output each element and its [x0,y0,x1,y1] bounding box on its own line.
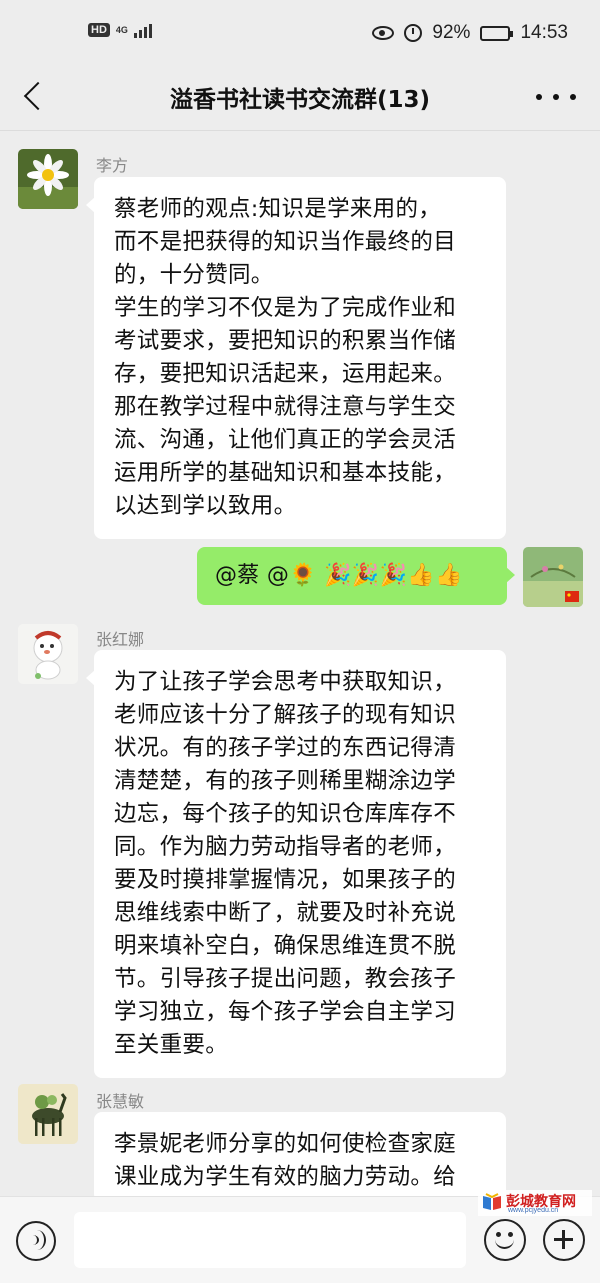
avatar-self[interactable] [523,547,583,607]
message-text: 为了让孩子学会思考中获取知识， 老师应该十分了解孩子的现有知识 状况。有的孩子学… [114,669,457,1058]
message-text: 李景妮老师分享的如何使检查家庭 课业成为学生有效的脑力劳动。给 他方法都有实践性… [114,1131,457,1202]
hd-badge: HD [88,23,110,37]
message-input[interactable] [74,1212,466,1268]
status-bar: HD 4G 92% 14:53 [0,0,600,66]
sender-name: 李方 [96,158,129,175]
avatar-li-fang[interactable] [18,149,78,209]
book-logo-icon [483,1193,501,1210]
message-bubble[interactable]: 为了让孩子学会思考中获取知识， 老师应该十分了解孩子的现有知识 状况。有的孩子学… [86,650,506,1078]
battery-icon [480,25,514,41]
plus-icon[interactable] [543,1219,585,1261]
message-bubble[interactable]: 蔡老师的观点:知识是学来用的， 而不是把获得的知识当作最终的目 的，十分赞同。 … [86,177,506,539]
avatar-zhang-hui-min[interactable] [18,1084,78,1144]
chat-title: 溢香书社读书交流群(13) [169,87,431,113]
emoji-icon[interactable] [484,1219,526,1261]
message-text: @蔡 @🌻 🎉🎉🎉👍👍 [215,563,463,588]
clock-time: 14:53 [520,22,568,43]
voice-icon[interactable] [16,1221,56,1261]
network-label: 4G [115,24,128,35]
alarm-icon [404,24,423,42]
self-message-bubble[interactable]: @蔡 @🌻 🎉🎉🎉👍👍 [197,547,515,605]
message-bubble[interactable]: 李景妮老师分享的如何使检查家庭 课业成为学生有效的脑力劳动。给 他方法都有实践性… [94,1112,506,1202]
message-text: 蔡老师的观点:知识是学来用的， 而不是把获得的知识当作最终的目 的，十分赞同。 … [114,196,457,519]
more-dots-icon[interactable] [536,82,576,112]
chat-header: 溢香书社读书交流群(13) [0,66,600,130]
signal-icon [133,22,152,38]
eye-icon [372,26,395,40]
status-left: HD 4G [88,22,152,38]
watermark: 彭城教育网 www.pcjyedu.cn [478,1190,592,1216]
sender-name: 张红娜 [96,632,145,649]
header-divider [0,130,600,131]
battery-percent: 92% [432,22,471,43]
avatar-zhang-hong-na[interactable] [18,624,78,684]
status-right: 92% 14:53 [372,22,568,44]
sender-name: 张慧敏 [96,1094,145,1111]
watermark-url: www.pcjyedu.cn [508,1207,559,1214]
